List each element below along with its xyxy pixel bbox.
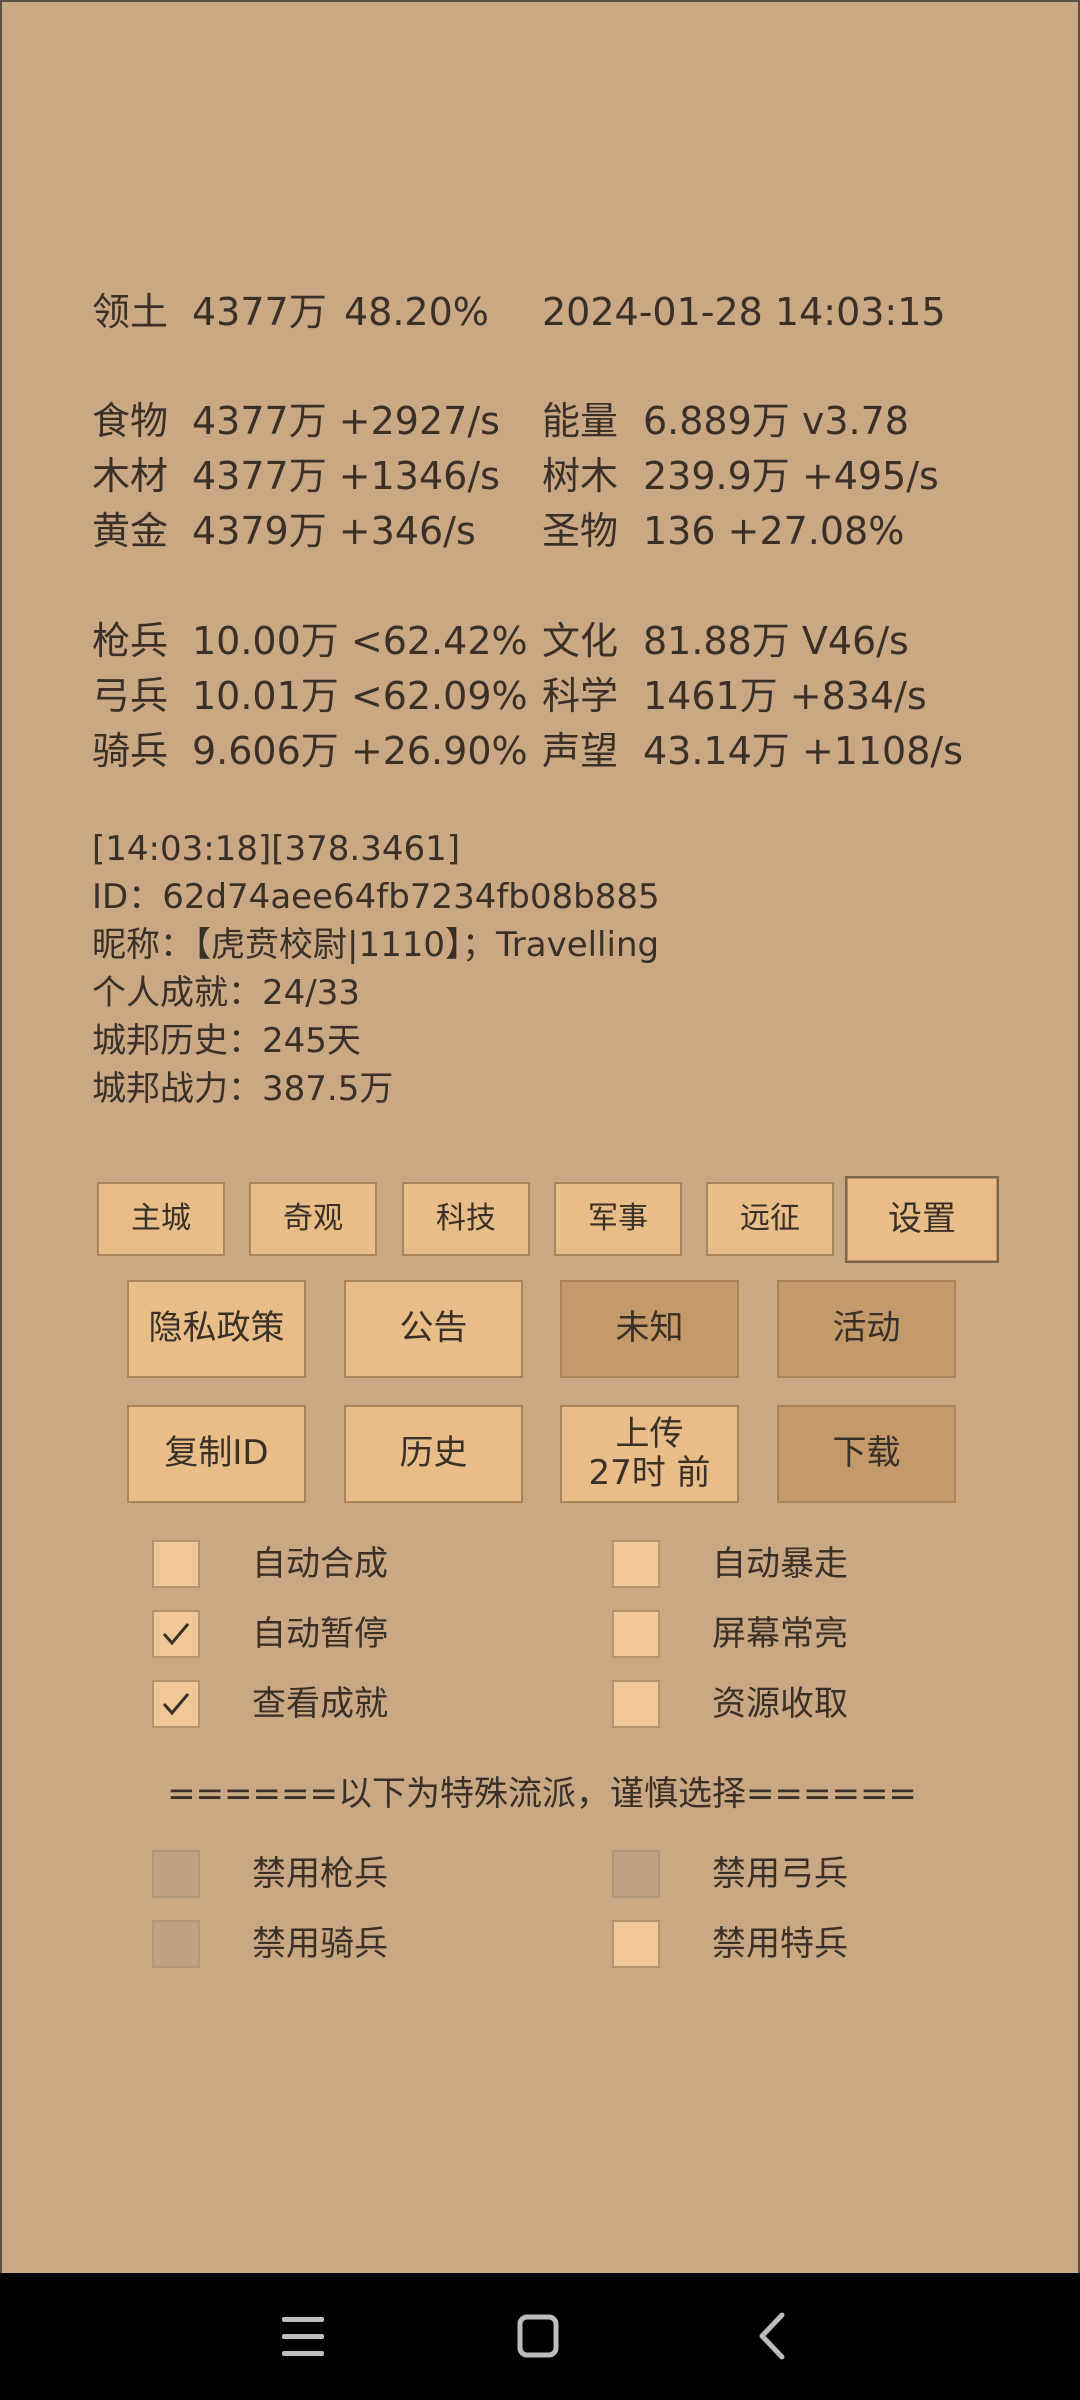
resource-label: 圣物: [542, 509, 619, 553]
special-section-divider: ======以下为特殊流派，谨慎选择======: [167, 1774, 917, 1814]
resource-collect-label: 资源收取: [712, 1684, 848, 1724]
upload-button-label: 上传: [615, 1413, 684, 1454]
resource-label: 能量: [542, 399, 619, 443]
tab-military[interactable]: 军事: [554, 1182, 682, 1256]
army-label: 文化: [542, 619, 619, 663]
copy-id-button[interactable]: 复制ID: [127, 1405, 306, 1503]
resource-value: 6.889万 v3.78: [643, 399, 909, 443]
army-value: 1461万 +834/s: [643, 674, 927, 718]
army-row: 骑兵 9.606万 +26.90% 声望 43.14万 +1108/s: [92, 723, 1052, 779]
tab-settings[interactable]: 设置: [845, 1176, 999, 1263]
resource-label: 食物: [92, 399, 169, 443]
resource-row: 木材 4377万 +1346/s 树木 239.9万 +495/s: [92, 448, 1052, 504]
checkmark-icon: [162, 1693, 190, 1716]
army-row: 弓兵 10.01万 <62.09% 科学 1461万 +834/s: [92, 668, 1052, 724]
current-datetime: 2024-01-28 14:03:15: [542, 290, 946, 334]
disable-special-label: 禁用特兵: [712, 1924, 848, 1964]
army-value: 43.14万 +1108/s: [643, 729, 964, 773]
auto-pause-label: 自动暂停: [252, 1614, 388, 1654]
system-navigation-bar: [0, 2273, 1080, 2400]
auto-craft-label: 自动合成: [252, 1544, 388, 1584]
city-power-line: 城邦战力：387.5万: [92, 1069, 394, 1109]
nickname-line: 昵称：【虎贲校尉|1110】；Travelling: [92, 925, 660, 965]
territory-label: 领土: [92, 290, 169, 334]
disable-spear-label: 禁用枪兵: [252, 1854, 388, 1894]
checkmark-icon: [162, 1623, 190, 1646]
army-value: 10.00万 <62.42%: [192, 619, 528, 663]
back-chevron-icon[interactable]: [738, 2303, 808, 2369]
army-value: 81.88万 V46/s: [643, 619, 909, 663]
home-square-icon[interactable]: [503, 2303, 573, 2369]
resource-label: 黄金: [92, 509, 169, 553]
history-button[interactable]: 历史: [344, 1405, 523, 1503]
auto-rampage-label: 自动暴走: [712, 1544, 848, 1584]
view-achievements-checkbox[interactable]: [152, 1680, 200, 1728]
view-achievements-label: 查看成就: [252, 1684, 388, 1724]
download-button[interactable]: 下载: [777, 1405, 956, 1503]
resource-label: 树木: [542, 454, 619, 498]
upload-button[interactable]: 上传 27时 前: [560, 1405, 739, 1503]
disable-spear-checkbox: [152, 1850, 200, 1898]
army-label: 骑兵: [92, 729, 169, 773]
screen-on-label: 屏幕常亮: [712, 1614, 848, 1654]
resource-value: 4377万 +2927/s: [192, 399, 500, 443]
privacy-policy-button[interactable]: 隐私政策: [127, 1280, 306, 1378]
resource-value: 136 +27.08%: [643, 509, 905, 553]
player-id-line: ID：62d74aee64fb7234fb08b885: [92, 877, 660, 917]
announcement-button[interactable]: 公告: [344, 1280, 523, 1378]
city-history-line: 城邦历史：245天: [92, 1021, 361, 1061]
game-time-line: [14:03:18][378.3461]: [92, 829, 460, 869]
menu-icon[interactable]: [268, 2303, 338, 2369]
army-label: 声望: [542, 729, 619, 773]
auto-pause-checkbox[interactable]: [152, 1610, 200, 1658]
resource-value: 4377万 +1346/s: [192, 454, 500, 498]
disable-special-checkbox[interactable]: [612, 1920, 660, 1968]
territory-row: 领土 4377万 48.20% 2024-01-28 14:03:15: [92, 284, 1052, 340]
territory-value: 4377万: [192, 290, 327, 334]
events-button[interactable]: 活动: [777, 1280, 956, 1378]
tab-main-city[interactable]: 主城: [97, 1182, 225, 1256]
achievement-line: 个人成就：24/33: [92, 973, 360, 1013]
game-screen: 领土 4377万 48.20% 2024-01-28 14:03:15 食物 4…: [0, 0, 1080, 2273]
disable-archer-label: 禁用弓兵: [712, 1854, 848, 1894]
resource-label: 木材: [92, 454, 169, 498]
auto-rampage-checkbox[interactable]: [612, 1540, 660, 1588]
army-label: 科学: [542, 674, 619, 718]
upload-time-label: 27时 前: [588, 1453, 711, 1493]
army-label: 枪兵: [92, 619, 169, 663]
resource-row: 食物 4377万 +2927/s 能量 6.889万 v3.78: [92, 393, 1052, 449]
resource-collect-checkbox[interactable]: [612, 1680, 660, 1728]
disable-cavalry-checkbox: [152, 1920, 200, 1968]
screen-on-checkbox[interactable]: [612, 1610, 660, 1658]
tab-wonders[interactable]: 奇观: [249, 1182, 377, 1256]
resource-row: 黄金 4379万 +346/s 圣物 136 +27.08%: [92, 503, 1052, 559]
army-row: 枪兵 10.00万 <62.42% 文化 81.88万 V46/s: [92, 613, 1052, 669]
tab-technology[interactable]: 科技: [402, 1182, 530, 1256]
tab-expedition[interactable]: 远征: [706, 1182, 834, 1256]
resource-value: 4379万 +346/s: [192, 509, 476, 553]
disable-cavalry-label: 禁用骑兵: [252, 1924, 388, 1964]
resource-value: 239.9万 +495/s: [643, 454, 939, 498]
army-value: 9.606万 +26.90%: [192, 729, 528, 773]
army-label: 弓兵: [92, 674, 169, 718]
territory-percent: 48.20%: [344, 290, 489, 334]
disable-archer-checkbox: [612, 1850, 660, 1898]
unknown-button[interactable]: 未知: [560, 1280, 739, 1378]
army-value: 10.01万 <62.09%: [192, 674, 528, 718]
auto-craft-checkbox[interactable]: [152, 1540, 200, 1588]
